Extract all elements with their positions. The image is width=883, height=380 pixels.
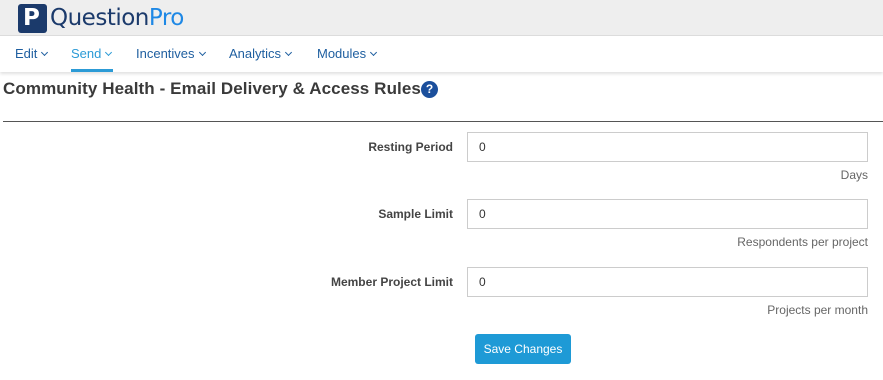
nav-analytics[interactable]: Analytics bbox=[229, 46, 293, 61]
chevron-down-icon bbox=[105, 48, 113, 57]
questionpro-logo[interactable]: P QuestionPro bbox=[18, 3, 184, 33]
save-changes-button[interactable]: Save Changes bbox=[475, 334, 571, 364]
nav-modules[interactable]: Modules bbox=[317, 46, 378, 61]
nav-analytics-label: Analytics bbox=[229, 46, 282, 61]
chevron-down-icon bbox=[284, 48, 293, 57]
main-nav: Edit Send Incentives Analytics Modules bbox=[0, 36, 883, 72]
nav-edit[interactable]: Edit bbox=[15, 46, 49, 61]
chevron-down-icon bbox=[370, 48, 378, 57]
sample-limit-help: Respondents per project bbox=[737, 235, 868, 249]
resting-period-help: Days bbox=[840, 168, 868, 182]
chevron-down-icon bbox=[198, 48, 206, 57]
nav-send[interactable]: Send bbox=[71, 46, 113, 61]
logo-mark-icon: P bbox=[18, 3, 47, 33]
chevron-down-icon bbox=[41, 48, 49, 57]
member-project-limit-input[interactable] bbox=[467, 267, 868, 297]
resting-period-label: Resting Period bbox=[368, 140, 453, 154]
nav-incentives-label: Incentives bbox=[136, 46, 195, 61]
sample-limit-label: Sample Limit bbox=[378, 207, 453, 221]
nav-modules-label: Modules bbox=[317, 46, 367, 61]
active-tab-indicator bbox=[71, 69, 113, 72]
nav-edit-label: Edit bbox=[15, 46, 38, 61]
resting-period-input[interactable] bbox=[467, 132, 868, 162]
nav-send-label: Send bbox=[71, 46, 102, 61]
member-project-limit-label: Member Project Limit bbox=[330, 275, 453, 289]
nav-incentives[interactable]: Incentives bbox=[136, 46, 206, 61]
page-title: Community Health - Email Delivery & Acce… bbox=[3, 79, 421, 98]
member-project-limit-help: Projects per month bbox=[767, 303, 868, 317]
question-circle-icon[interactable]: ? bbox=[421, 81, 438, 98]
divider bbox=[3, 121, 883, 122]
top-bar: P QuestionPro bbox=[0, 0, 883, 36]
sample-limit-input[interactable] bbox=[467, 199, 868, 229]
logo-wordmark: QuestionPro bbox=[50, 5, 184, 31]
